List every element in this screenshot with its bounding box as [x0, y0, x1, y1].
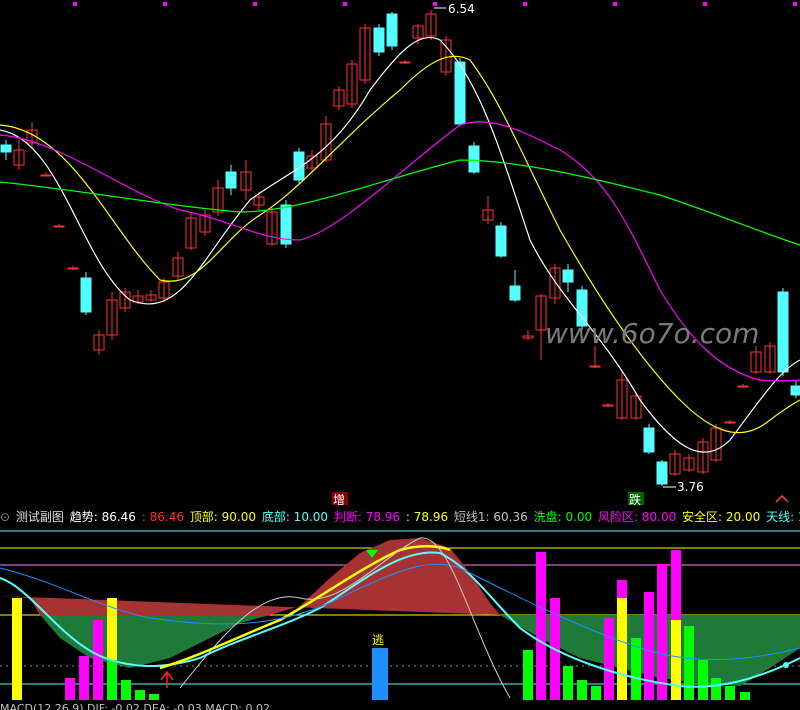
- main-candlestick-chart[interactable]: www.6o7o.com 6.54 3.76 增 跌: [0, 0, 800, 505]
- candle-body: [589, 365, 601, 368]
- top-marker: [613, 2, 617, 6]
- candle-body: [724, 421, 736, 424]
- histogram-bar: [107, 660, 117, 700]
- indicator-field: 风险区: 80.00: [598, 510, 681, 524]
- histogram-bar: [121, 680, 131, 700]
- candle-body: [790, 385, 800, 396]
- histogram-bar: [536, 552, 546, 700]
- histogram-bar: [135, 690, 145, 700]
- candle-body: [399, 61, 411, 64]
- histogram-bar: [12, 598, 22, 700]
- high-price-label: 6.54: [448, 2, 475, 16]
- histogram-bar: [671, 620, 681, 700]
- indicator-field: 判断: 78.96: [333, 510, 404, 524]
- indicator-field: 安全区: 20.00: [682, 510, 765, 524]
- histogram-bar: [65, 678, 75, 700]
- candle-body: [40, 174, 52, 177]
- histogram-bar: [617, 598, 627, 700]
- histogram-bar: [698, 660, 708, 700]
- indicator-field: 洗盘: 0.00: [533, 510, 596, 524]
- indicator-title[interactable]: 测试副图: [16, 510, 64, 524]
- indicator-field: 顶部: 90.00: [189, 510, 260, 524]
- macd-legend: MACD(12,26,9) DIF: -0.02 DEA: -0.03 MACD…: [0, 702, 270, 710]
- candle-body: [509, 285, 521, 301]
- up-arrow-icon: [160, 670, 174, 688]
- histogram-bar: [591, 686, 601, 700]
- ma5-line: [0, 36, 800, 453]
- candle-body: [643, 427, 655, 453]
- histogram-bar: [684, 626, 694, 700]
- watermark-text: www.6o7o.com: [545, 317, 759, 350]
- indicator-sub-chart[interactable]: 逃: [0, 528, 800, 702]
- top-marker: [343, 2, 347, 6]
- histogram-bar: [657, 564, 667, 700]
- candle-body: [0, 144, 12, 153]
- red-area: [0, 538, 500, 615]
- histogram-bar: [725, 686, 735, 700]
- candle-body: [562, 269, 574, 283]
- indicator-field: 短线1: 60.36: [453, 510, 532, 524]
- indicator-field: 天线: 100.00: [766, 510, 800, 524]
- histogram-bar: [644, 592, 654, 700]
- escape-bar: [372, 648, 388, 700]
- escape-label: 逃: [372, 633, 384, 647]
- low-price-label: 3.76: [677, 480, 704, 494]
- candle-body: [53, 225, 65, 228]
- candle-body: [80, 277, 92, 313]
- candle-body: [67, 267, 79, 270]
- up-arrow-icon: [775, 494, 789, 503]
- histogram-bar: [631, 638, 641, 700]
- histogram-bar: [740, 692, 750, 700]
- histogram-bar: [604, 618, 614, 700]
- top-marker: [253, 2, 257, 6]
- ma10-line: [0, 55, 800, 434]
- candle-body: [737, 385, 749, 388]
- histogram-bar: [563, 666, 573, 700]
- top-marker: [703, 2, 707, 6]
- top-marker: [433, 2, 437, 6]
- signal-up-label: 增: [333, 493, 345, 505]
- candle-body: [602, 404, 614, 407]
- indicator-field: : 78.96: [405, 510, 452, 524]
- top-marker: [523, 2, 527, 6]
- signal-down-label: 跌: [629, 492, 641, 505]
- indicator-toggle-icon[interactable]: ⊙: [0, 510, 10, 524]
- histogram-bar: [711, 678, 721, 700]
- histogram-bar: [577, 680, 587, 700]
- histogram-bar: [79, 656, 89, 700]
- histogram-bar: [523, 650, 533, 700]
- candle-body: [373, 27, 385, 53]
- candle-body: [386, 13, 398, 47]
- dot-marker: [783, 662, 789, 668]
- indicator-field: 趋势: 86.46: [69, 510, 140, 524]
- top-marker: [73, 2, 77, 6]
- top-marker: [793, 2, 797, 6]
- indicator-field: 底部: 10.00: [261, 510, 332, 524]
- candle-body: [495, 225, 507, 257]
- indicator-header: ⊙ 测试副图 趋势: 86.46 : 86.46 顶部: 90.00 底部: 1…: [0, 506, 800, 528]
- candle-body: [656, 461, 668, 485]
- candle-body: [225, 171, 237, 189]
- histogram-bar: [93, 620, 103, 700]
- candle-body: [777, 291, 789, 373]
- indicator-field: : 86.46: [141, 510, 188, 524]
- candle-body: [468, 145, 480, 173]
- top-marker: [163, 2, 167, 6]
- candle-body: [293, 151, 305, 181]
